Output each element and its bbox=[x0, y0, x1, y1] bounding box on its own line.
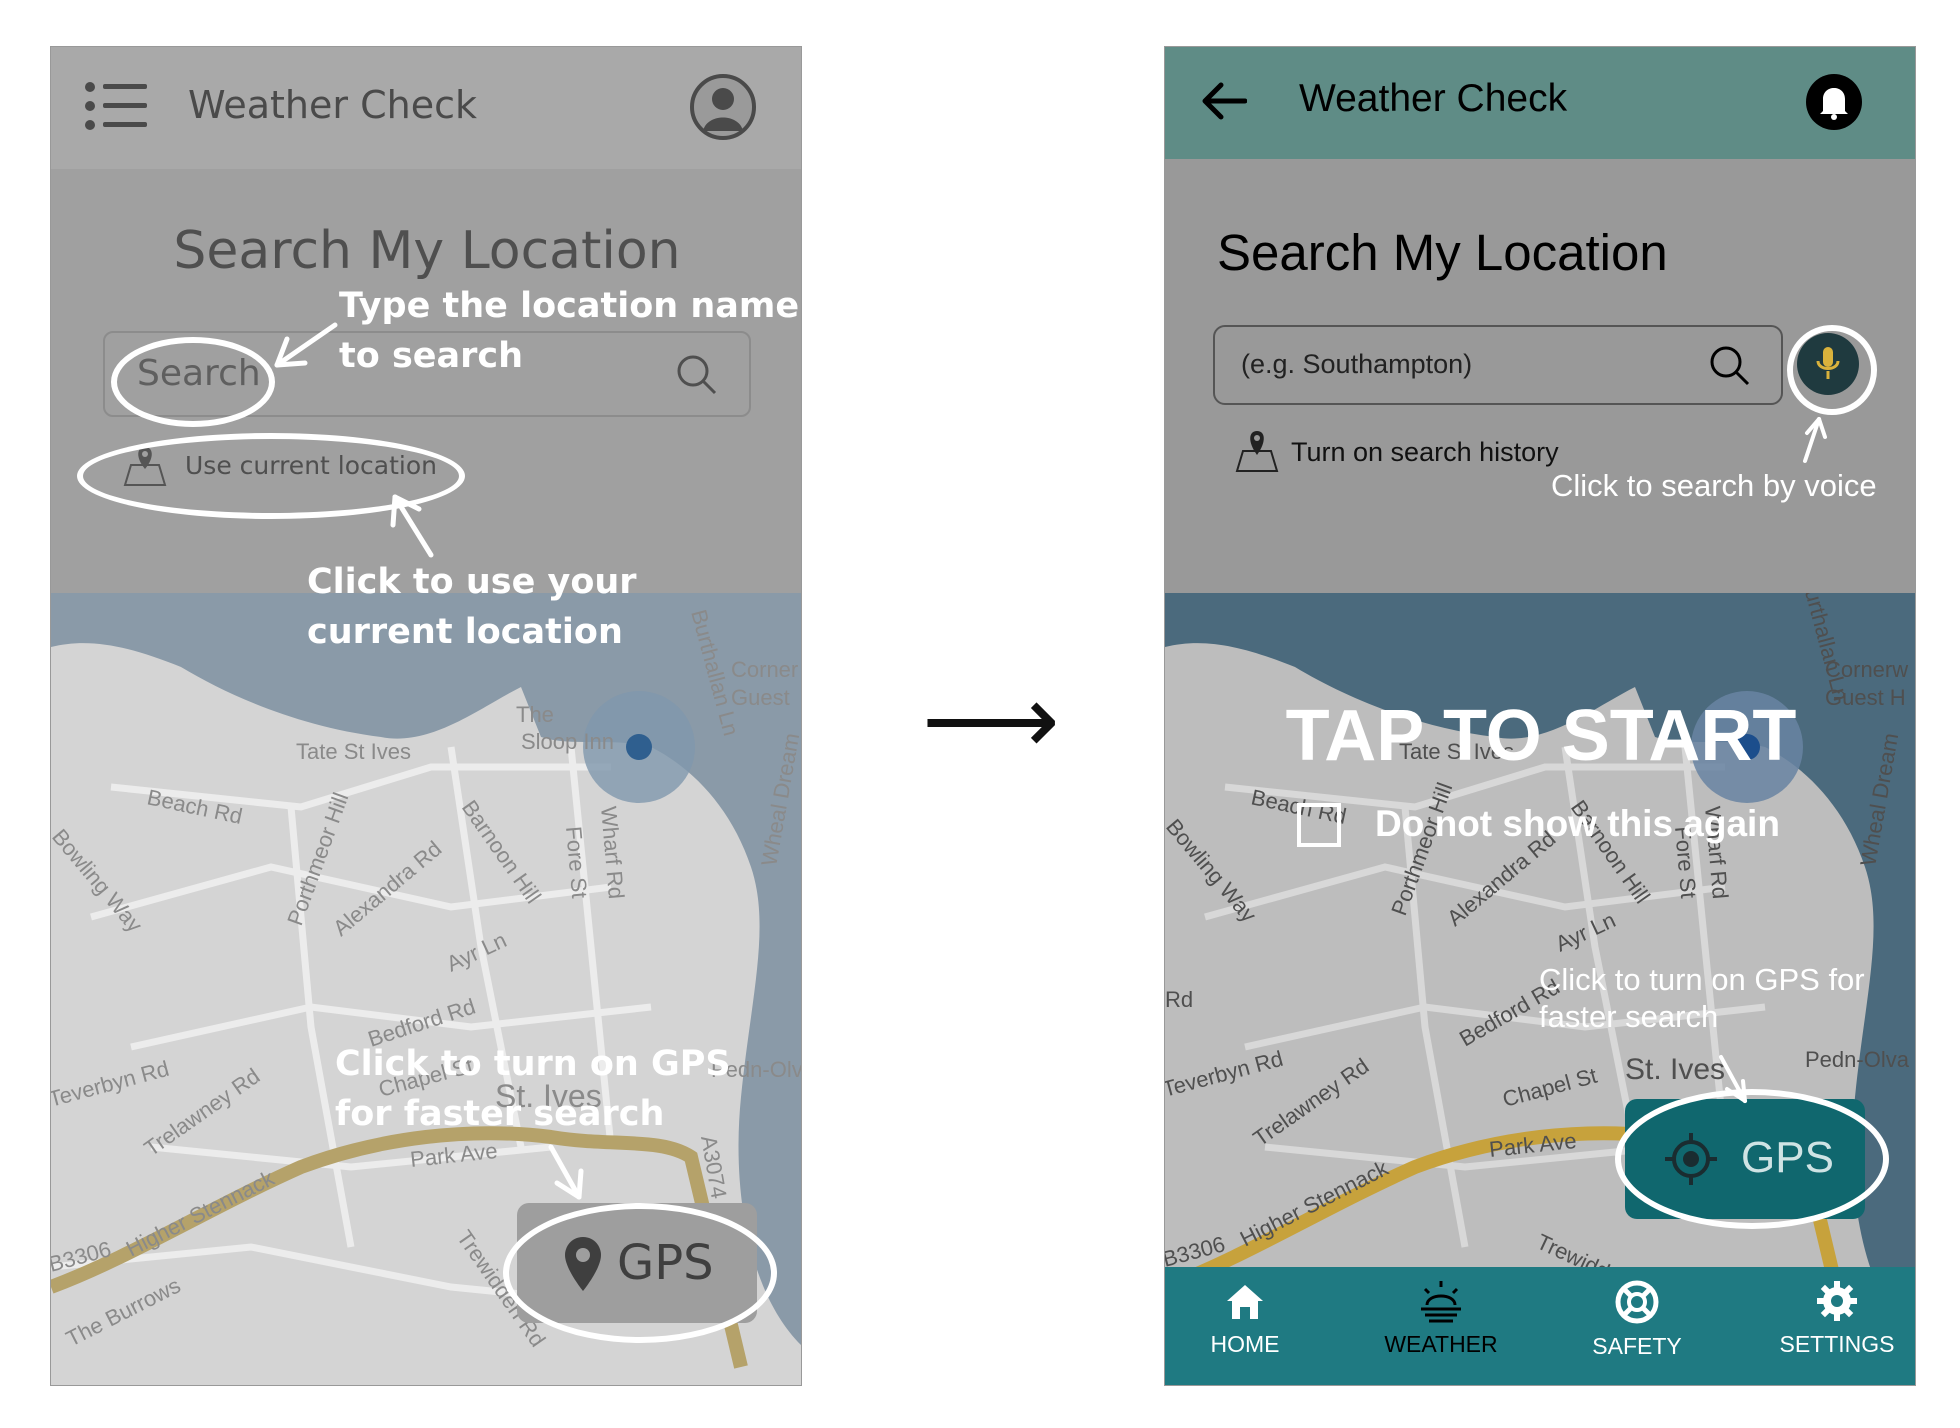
annotation-ring-search bbox=[111, 337, 275, 427]
map-label-rd-r: Rd bbox=[1165, 987, 1193, 1012]
tap-to-start-title[interactable]: TAP TO START bbox=[1165, 695, 1915, 777]
annotation-use-current: Click to use your current location bbox=[307, 562, 637, 652]
location-map-icon bbox=[1235, 427, 1279, 473]
nav-settings[interactable]: SETTINGS bbox=[1757, 1279, 1915, 1358]
nav-settings-label: SETTINGS bbox=[1779, 1331, 1895, 1357]
app-header: Weather Check bbox=[51, 47, 801, 169]
map-label-sloop-inn: Sloop Inn bbox=[521, 729, 614, 754]
annotation-type-location: Type the location name to search bbox=[339, 286, 800, 376]
map-label-guest: Guest bbox=[731, 685, 790, 710]
nav-weather-label: WEATHER bbox=[1384, 1331, 1498, 1357]
map-label-stives-r: St. Ives bbox=[1625, 1053, 1725, 1086]
annotation-ring-gps bbox=[503, 1203, 777, 1343]
search-input[interactable]: (e.g. Southampton) bbox=[1213, 325, 1783, 405]
map-label-pedn-r: Pedn-Olva bbox=[1805, 1047, 1910, 1072]
nav-home-label: HOME bbox=[1210, 1331, 1280, 1357]
map-label-tate: Tate St Ives bbox=[296, 739, 411, 764]
lifebuoy-icon bbox=[1614, 1279, 1660, 1325]
app-title: Weather Check bbox=[188, 83, 477, 127]
annotation-gps: Click to turn on GPS for faster search bbox=[1539, 962, 1865, 1034]
weather-icon bbox=[1417, 1279, 1465, 1323]
menu-icon[interactable] bbox=[85, 81, 147, 131]
left-screen: Tate St Ives The Sloop Inn Beach Rd Port… bbox=[50, 46, 802, 1386]
right-screen: Tate St Ives Beach Rd Porthmeor Hill Ale… bbox=[1164, 46, 1916, 1386]
search-icon[interactable] bbox=[1709, 345, 1751, 387]
annotation-voice: Click to search by voice bbox=[1551, 468, 1877, 503]
bottom-nav: HOME WEATHER SAFETY SETTINGS bbox=[1165, 1267, 1915, 1385]
annotation-ring-voice bbox=[1787, 325, 1877, 415]
do-not-show-checkbox[interactable] bbox=[1297, 803, 1341, 847]
nav-safety-label: SAFETY bbox=[1592, 1333, 1682, 1359]
map-label-corner: Corner bbox=[731, 657, 798, 682]
app-title: Weather Check bbox=[1299, 77, 1568, 120]
app-header: Weather Check bbox=[1165, 47, 1915, 159]
gear-icon bbox=[1815, 1279, 1859, 1323]
page-title: Search My Location bbox=[1217, 224, 1668, 281]
annotation-gps: Click to turn on GPS for faster search bbox=[335, 1044, 731, 1134]
search-history-label: Turn on search history bbox=[1291, 437, 1559, 467]
notification-bell-icon[interactable] bbox=[1805, 73, 1863, 131]
nav-home[interactable]: HOME bbox=[1165, 1279, 1325, 1358]
search-placeholder: (e.g. Southampton) bbox=[1241, 349, 1473, 379]
search-history-toggle[interactable]: Turn on search history bbox=[1235, 427, 1595, 477]
back-arrow-icon[interactable] bbox=[1201, 81, 1248, 121]
home-icon bbox=[1223, 1279, 1267, 1323]
nav-safety[interactable]: SAFETY bbox=[1557, 1279, 1717, 1360]
do-not-show-label: Do not show this again bbox=[1375, 803, 1780, 844]
nav-weather[interactable]: WEATHER bbox=[1361, 1279, 1521, 1358]
annotation-ring-gps bbox=[1615, 1089, 1889, 1229]
page-title: Search My Location bbox=[173, 221, 681, 281]
profile-icon[interactable] bbox=[689, 73, 757, 141]
annotation-ring-current-location bbox=[77, 433, 465, 519]
map-label-sloop: The bbox=[516, 702, 554, 727]
transition-arrow: ⟶ bbox=[922, 664, 1060, 776]
